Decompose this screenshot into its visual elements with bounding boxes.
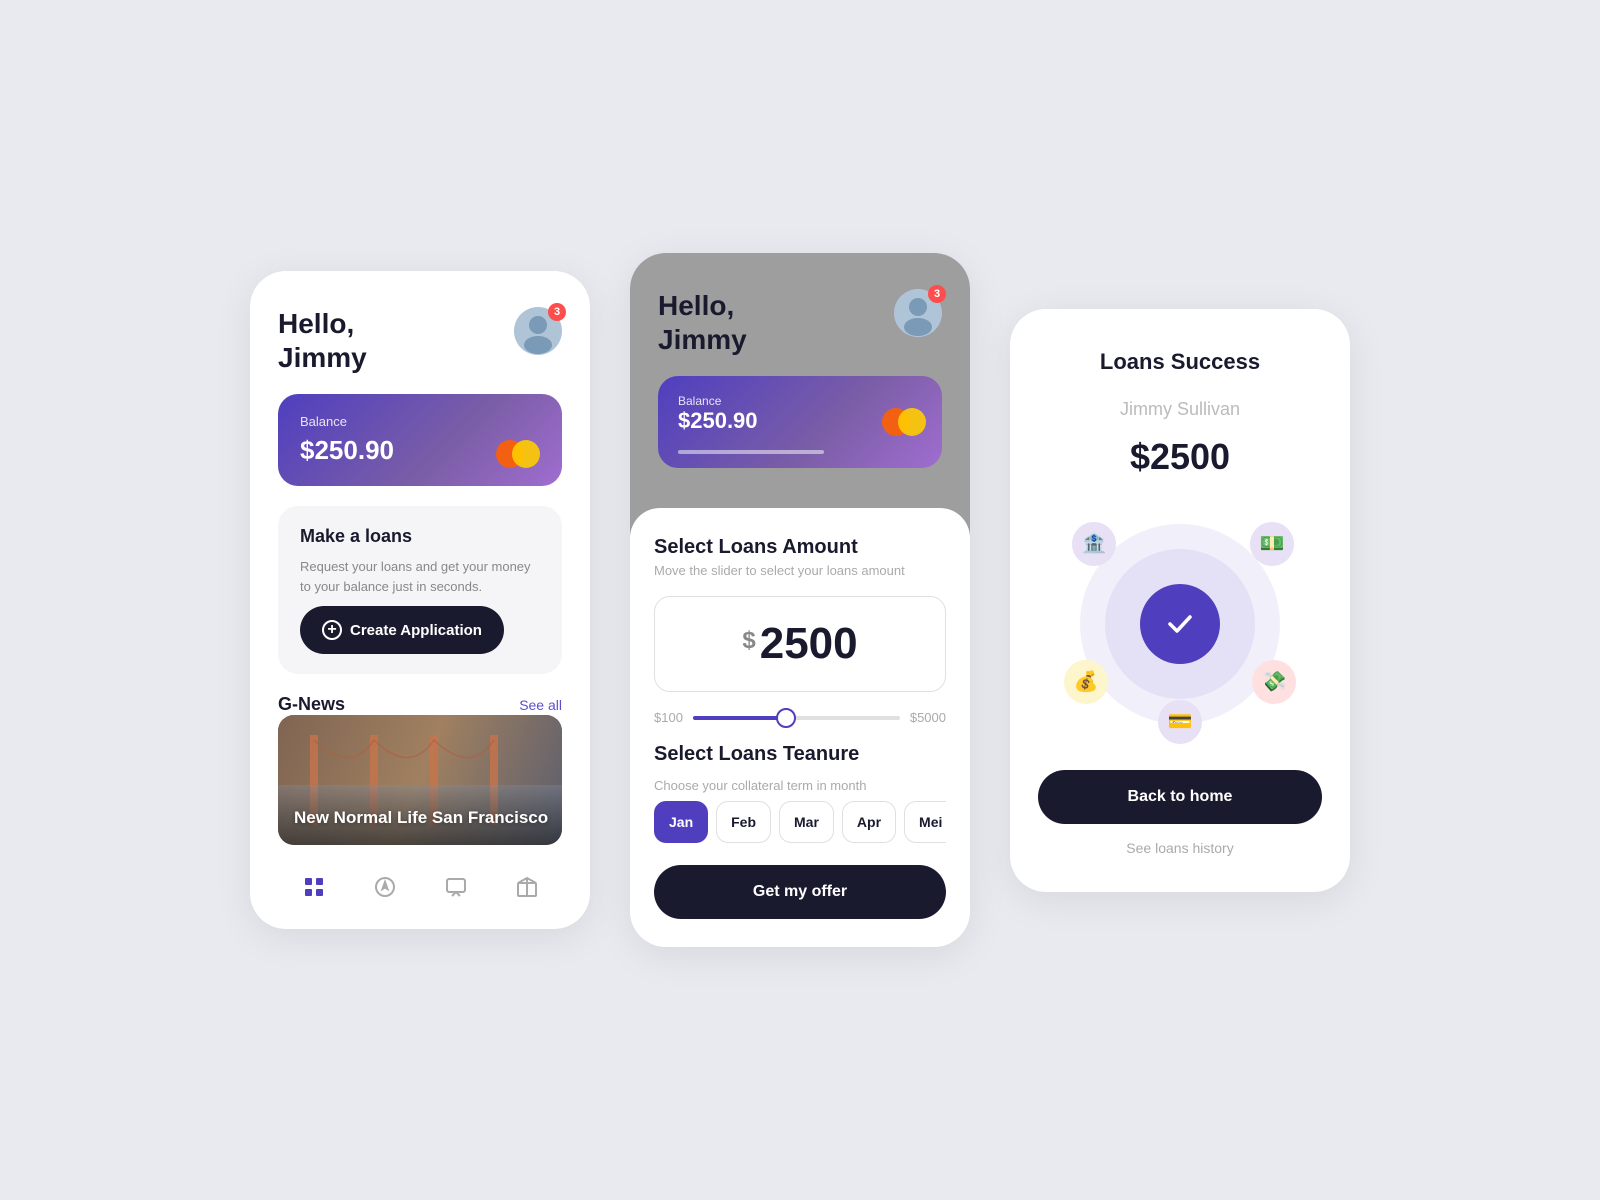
month-feb[interactable]: Feb: [716, 801, 771, 843]
loans-avatar-wrap[interactable]: 3: [894, 289, 942, 337]
loans-top-section: Hello, Jimmy 3 Balance $250.90: [630, 253, 970, 548]
nav-chat-icon[interactable]: [442, 873, 470, 901]
bank-icon: 🏦: [1072, 522, 1116, 566]
credit-card-icon: 💳: [1158, 700, 1202, 744]
amount-section-title: Select Loans Amount: [654, 536, 946, 559]
see-all-link[interactable]: See all: [519, 697, 562, 713]
see-loans-history-link[interactable]: See loans history: [1126, 840, 1233, 856]
loans-header: Hello, Jimmy 3: [658, 289, 942, 356]
success-visual: 🏦 💵 💰 💸 💳: [1050, 504, 1310, 744]
avatar-wrap[interactable]: 3: [514, 307, 562, 355]
cash-icon: 💸: [1252, 660, 1296, 704]
month-pills-row: Jan Feb Mar Apr Mei: [654, 801, 946, 843]
gnews-header: G-News See all: [278, 694, 562, 715]
loans-card-bar: [678, 450, 824, 454]
home-header: Hello, Jimmy 3: [278, 307, 562, 374]
amount-section-sub: Move the slider to select your loans amo…: [654, 563, 946, 578]
loans-balance-card: Balance $250.90: [658, 376, 942, 468]
month-apr[interactable]: Apr: [842, 801, 896, 843]
plus-icon: +: [322, 620, 342, 640]
news-card[interactable]: New Normal Life San Francisco: [278, 715, 562, 845]
loans-mc-right: [898, 408, 926, 436]
loans-greeting: Hello, Jimmy: [658, 289, 747, 356]
slider-thumb[interactable]: [776, 708, 796, 728]
news-card-title: New Normal Life San Francisco: [294, 807, 548, 829]
slider-max-label: $5000: [910, 710, 946, 725]
slider-min-label: $100: [654, 710, 683, 725]
amount-value: 2500: [760, 619, 858, 669]
loans-mastercard-icon: [882, 408, 926, 436]
loan-slider-track[interactable]: [693, 716, 900, 720]
tenure-section: Select Loans Teanure Choose your collate…: [654, 743, 946, 843]
success-amount: $2500: [1130, 436, 1230, 478]
get-offer-button[interactable]: Get my offer: [654, 865, 946, 919]
success-user-name: Jimmy Sullivan: [1120, 399, 1240, 420]
slider-fill: [693, 716, 786, 720]
loans-card: Make a loans Request your loans and get …: [278, 506, 562, 674]
month-mei[interactable]: Mei: [904, 801, 946, 843]
loans-content: Select Loans Amount Move the slider to s…: [630, 508, 970, 947]
loans-notification-badge: 3: [928, 285, 946, 303]
nav-box-icon[interactable]: [513, 873, 541, 901]
create-application-button[interactable]: + Create Application: [300, 606, 504, 654]
nav-home-icon[interactable]: [300, 873, 328, 901]
loans-balance-label: Balance: [678, 394, 922, 408]
tenure-sub: Choose your collateral term in month: [654, 778, 946, 793]
money-stack-icon: 💵: [1250, 522, 1294, 566]
mc-circle-right: [512, 440, 540, 468]
month-jan[interactable]: Jan: [654, 801, 708, 843]
month-mar[interactable]: Mar: [779, 801, 834, 843]
gnews-section: G-News See all: [278, 694, 562, 845]
success-title: Loans Success: [1100, 349, 1260, 375]
loans-card-desc: Request your loans and get your money to…: [300, 557, 540, 596]
greeting-text: Hello, Jimmy: [278, 307, 367, 374]
check-circle: [1140, 584, 1220, 664]
screen-success: Loans Success Jimmy Sullivan $2500 🏦 💵 💰…: [1010, 309, 1350, 892]
amount-section: Select Loans Amount Move the slider to s…: [654, 536, 946, 578]
loans-card-title: Make a loans: [300, 526, 540, 547]
dollar-sign: $: [742, 627, 755, 655]
bottom-navigation: [278, 865, 562, 901]
nav-compass-icon[interactable]: [371, 873, 399, 901]
balance-label: Balance: [300, 414, 540, 429]
gnews-title: G-News: [278, 694, 345, 715]
mastercard-icon: [496, 440, 540, 468]
screen-loans: Hello, Jimmy 3 Balance $250.90: [630, 253, 970, 947]
amount-display: $ 2500: [654, 596, 946, 692]
loan-slider-row: $100 $5000: [654, 710, 946, 725]
tenure-title: Select Loans Teanure: [654, 743, 946, 766]
balance-card: Balance $250.90: [278, 394, 562, 486]
notification-badge: 3: [548, 303, 566, 321]
money-bag-icon: 💰: [1064, 660, 1108, 704]
back-to-home-button[interactable]: Back to home: [1038, 770, 1322, 824]
screen-home: Hello, Jimmy 3 Balance $250.90: [250, 271, 590, 929]
